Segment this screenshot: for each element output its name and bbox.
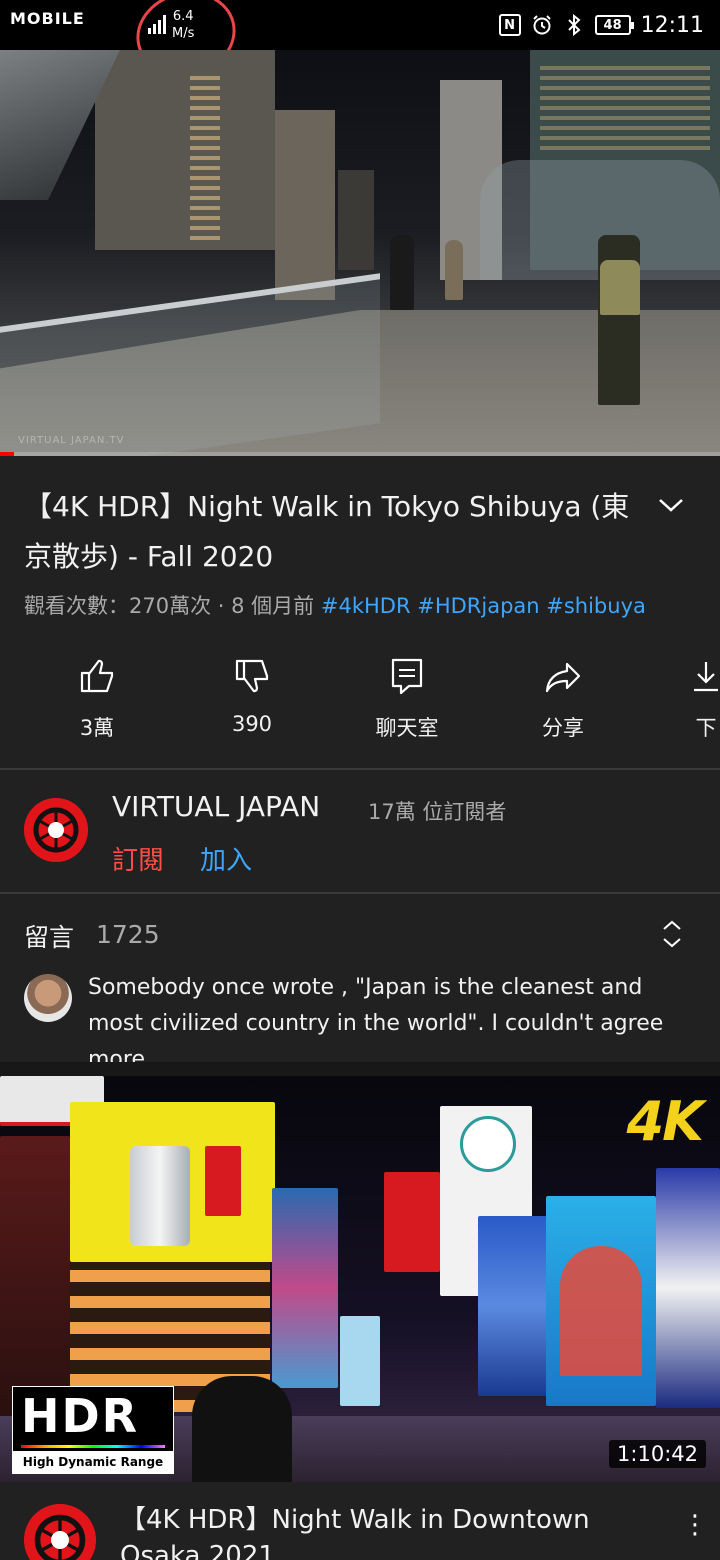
channel-avatar[interactable] (24, 798, 88, 862)
building-windows (190, 70, 220, 240)
status-icons: N 48 12:11 (498, 9, 704, 41)
pedestrian (445, 240, 463, 300)
building (0, 1136, 70, 1416)
next-video-channel-avatar[interactable] (24, 1504, 96, 1560)
building (275, 110, 335, 300)
progress-bar[interactable] (0, 452, 720, 456)
building (338, 170, 374, 270)
share-button[interactable]: 分享 (503, 656, 623, 742)
thumbs-up-icon (80, 659, 114, 693)
chevron-down-icon[interactable] (656, 490, 686, 520)
bluetooth-icon (563, 14, 585, 36)
hdr-sublabel: High Dynamic Range (13, 1451, 173, 1473)
hdr-label: HDR (21, 1389, 140, 1443)
view-count: 觀看次數：270萬次 (24, 594, 212, 618)
glico-runner (560, 1246, 642, 1376)
hdr-badge: HDR High Dynamic Range (12, 1386, 174, 1474)
section-separator (0, 1062, 720, 1076)
upload-age: 8 個月前 (231, 594, 315, 618)
billboard (384, 1172, 440, 1272)
player-watermark: VIRTUAL JAPAN.TV (18, 435, 125, 446)
expand-collapse-icon[interactable] (660, 918, 684, 950)
download-button[interactable]: 下 (646, 656, 720, 742)
billboard (205, 1146, 241, 1216)
railing (0, 273, 380, 456)
subscriber-count: 17萬 位訂閱者 (368, 800, 507, 824)
hashtags[interactable]: #4kHDR #HDRjapan #shibuya (321, 594, 646, 618)
join-button[interactable]: 加入 (200, 840, 252, 877)
more-options-icon[interactable]: ⋮ (682, 1508, 708, 1542)
share-label: 分享 (542, 716, 584, 740)
alarm-icon (531, 14, 553, 36)
like-count: 3萬 (79, 716, 115, 740)
building-windows (540, 60, 710, 150)
action-bar: 3萬 390 聊天室 分享 下 (0, 656, 720, 756)
status-bar: MOBILE 6.4 M/s N 48 12:11 (0, 0, 720, 87)
hdr-rainbow-bar (21, 1445, 165, 1448)
pedestrian-jacket (600, 260, 640, 315)
chat-label: 聊天室 (375, 716, 439, 740)
pedestrian (390, 235, 414, 310)
chat-button[interactable]: 聊天室 (347, 656, 467, 742)
dislike-button[interactable]: 390 (192, 656, 312, 736)
commenter-avatar[interactable] (24, 974, 72, 1022)
clock-billboard (460, 1116, 516, 1172)
4k-badge: 4K (626, 1090, 704, 1153)
nfc-icon: N (498, 14, 521, 36)
comments-title[interactable]: 留言 (24, 918, 74, 954)
dislike-count: 390 (231, 712, 273, 736)
progress-fill (0, 452, 15, 456)
divider (0, 892, 720, 894)
video-meta: 觀看次數：270萬次 · 8 個月前 #4kHDR #HDRjapan #shi… (24, 590, 646, 620)
divider (0, 768, 720, 770)
battery-icon: 48 (594, 15, 634, 35)
beer-can (130, 1146, 190, 1246)
building (95, 50, 275, 250)
clock: 12:11 (640, 12, 704, 38)
share-icon (545, 662, 581, 693)
download-label: 下 (695, 716, 717, 740)
billboard (272, 1188, 338, 1388)
chat-icon (391, 658, 423, 695)
billboard (656, 1168, 720, 1408)
like-button[interactable]: 3萬 (37, 656, 157, 742)
video-duration: 1:10:42 (609, 1440, 706, 1468)
download-icon (694, 662, 718, 692)
video-title[interactable]: 【4K HDR】Night Walk in Tokyo Shibuya (東京散… (24, 482, 634, 582)
pedestrian (192, 1376, 292, 1482)
carrier-logo: MOBILE (10, 9, 85, 28)
meta-separator: · (217, 594, 232, 618)
video-player[interactable]: VIRTUAL JAPAN.TV (0, 50, 720, 456)
thumbs-down-icon (235, 659, 269, 693)
building-lights (340, 1316, 380, 1406)
channel-name[interactable]: VIRTUAL JAPAN (112, 790, 320, 823)
next-video-title[interactable]: 【4K HDR】Night Walk in Downtown Osaka 202… (120, 1502, 660, 1560)
comments-count: 1725 (96, 920, 160, 949)
subscribe-button[interactable]: 訂閱 (112, 840, 164, 877)
next-video-thumbnail[interactable]: 4K HDR High Dynamic Range 1:10:42 (0, 1076, 720, 1482)
